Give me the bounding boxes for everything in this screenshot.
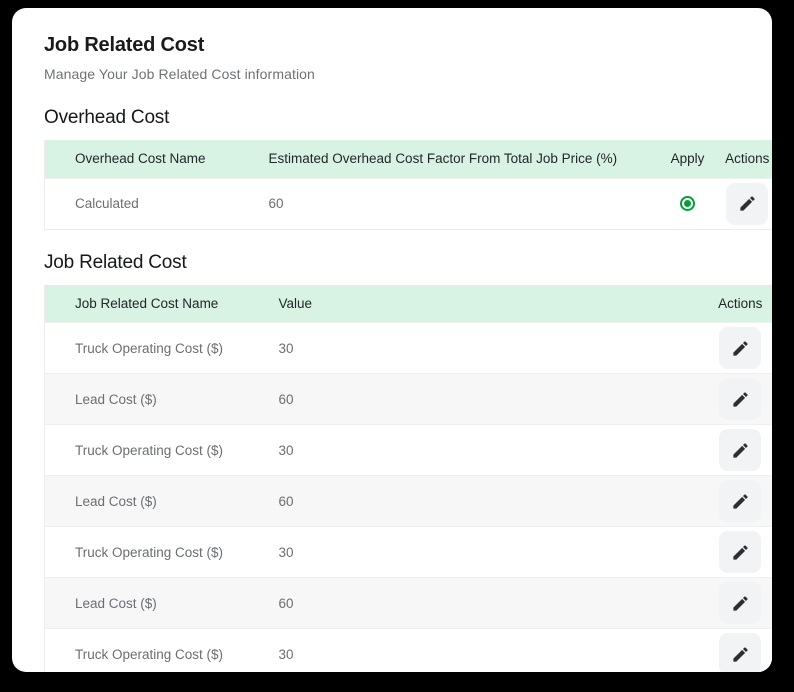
cell-actions <box>706 475 772 527</box>
table-row: Lead Cost ($) 60 <box>44 577 772 629</box>
pencil-edit-icon <box>733 544 748 560</box>
table-row: Calculated 60 <box>44 177 772 229</box>
cell-job-related-cost-name: Truck Operating Cost ($) <box>44 628 279 672</box>
cell-actions <box>706 373 772 425</box>
page-subtitle: Manage Your Job Related Cost information <box>44 66 315 82</box>
pencil-edit-icon <box>733 391 748 407</box>
table-header-row: Overhead Cost Name Estimated Overhead Co… <box>44 140 772 178</box>
table-row: Truck Operating Cost ($) 30 <box>44 526 772 578</box>
cell-value: 60 <box>278 475 707 527</box>
job-related-cost-heading: Job Related Cost <box>44 251 187 273</box>
edit-job-related-cost-button[interactable] <box>719 429 762 471</box>
cell-overhead-cost-name: Calculated <box>44 177 257 229</box>
cell-job-related-cost-name: Truck Operating Cost ($) <box>44 322 279 374</box>
cell-actions <box>720 177 772 229</box>
cell-job-related-cost-name: Lead Cost ($) <box>44 475 279 527</box>
job-related-cost-card: Job Related Cost Manage Your Job Related… <box>12 8 772 672</box>
pencil-edit-icon <box>733 340 748 356</box>
column-header-actions: Actions <box>706 284 772 323</box>
edit-job-related-cost-button[interactable] <box>719 327 762 369</box>
cell-value: 60 <box>278 577 707 629</box>
edit-job-related-cost-button[interactable] <box>719 633 762 672</box>
column-header-actions: Actions <box>720 140 772 178</box>
page-title: Job Related Cost <box>44 34 205 56</box>
radio-selected-icon[interactable] <box>680 196 695 212</box>
edit-job-related-cost-button[interactable] <box>719 582 762 624</box>
cell-value: 30 <box>278 526 707 578</box>
cell-actions <box>706 322 772 374</box>
page-background: Job Related Cost Manage Your Job Related… <box>0 0 794 692</box>
cell-value: 30 <box>278 322 707 374</box>
edit-job-related-cost-button[interactable] <box>719 531 762 573</box>
column-header-apply: Apply <box>654 140 721 178</box>
overhead-cost-heading: Overhead Cost <box>44 107 170 128</box>
pencil-edit-icon <box>740 196 755 211</box>
column-header-overhead-cost-name: Overhead Cost Name <box>44 140 257 178</box>
cell-job-related-cost-name: Lead Cost ($) <box>44 577 279 629</box>
table-row: Truck Operating Cost ($) 30 <box>44 322 772 374</box>
table-row: Truck Operating Cost ($) 30 <box>44 424 772 476</box>
cell-overhead-cost-factor: 60 <box>256 177 655 229</box>
pencil-edit-icon <box>733 646 748 662</box>
cell-job-related-cost-name: Lead Cost ($) <box>44 373 279 425</box>
cell-job-related-cost-name: Truck Operating Cost ($) <box>44 424 279 476</box>
pencil-edit-icon <box>733 595 748 611</box>
cell-apply <box>654 177 721 229</box>
job-related-table-body: Truck Operating Cost ($) 30 Lead Cost ($) 6… <box>44 322 772 672</box>
edit-job-related-cost-button[interactable] <box>719 378 762 420</box>
column-header-overhead-cost-factor: Estimated Overhead Cost Factor From Tota… <box>256 140 655 178</box>
table-row: Truck Operating Cost ($) 30 <box>44 628 772 672</box>
job-related-cost-table: Job Related Cost Name Value Actions Truc… <box>44 284 772 672</box>
cell-job-related-cost-name: Truck Operating Cost ($) <box>44 526 279 578</box>
pencil-edit-icon <box>733 493 748 509</box>
table-row: Lead Cost ($) 60 <box>44 373 772 425</box>
cell-value: 30 <box>278 628 707 672</box>
job-related-table-header: Job Related Cost Name Value Actions <box>44 284 772 323</box>
cell-actions <box>706 577 772 629</box>
cell-value: 30 <box>278 424 707 476</box>
cell-actions <box>706 424 772 476</box>
pencil-edit-icon <box>733 442 748 458</box>
cell-value: 60 <box>278 373 707 425</box>
cell-actions <box>706 526 772 578</box>
cell-actions <box>706 628 772 672</box>
column-header-job-related-cost-name: Job Related Cost Name <box>44 284 279 323</box>
table-header-row: Job Related Cost Name Value Actions <box>44 284 772 323</box>
edit-overhead-cost-button[interactable] <box>726 182 769 225</box>
column-header-value: Value <box>278 284 707 323</box>
table-row: Lead Cost ($) 60 <box>44 475 772 527</box>
overhead-table-body: Calculated 60 <box>44 177 772 229</box>
edit-job-related-cost-button[interactable] <box>719 480 762 522</box>
overhead-table-header: Overhead Cost Name Estimated Overhead Co… <box>44 140 772 178</box>
overhead-cost-table: Overhead Cost Name Estimated Overhead Co… <box>44 140 772 230</box>
